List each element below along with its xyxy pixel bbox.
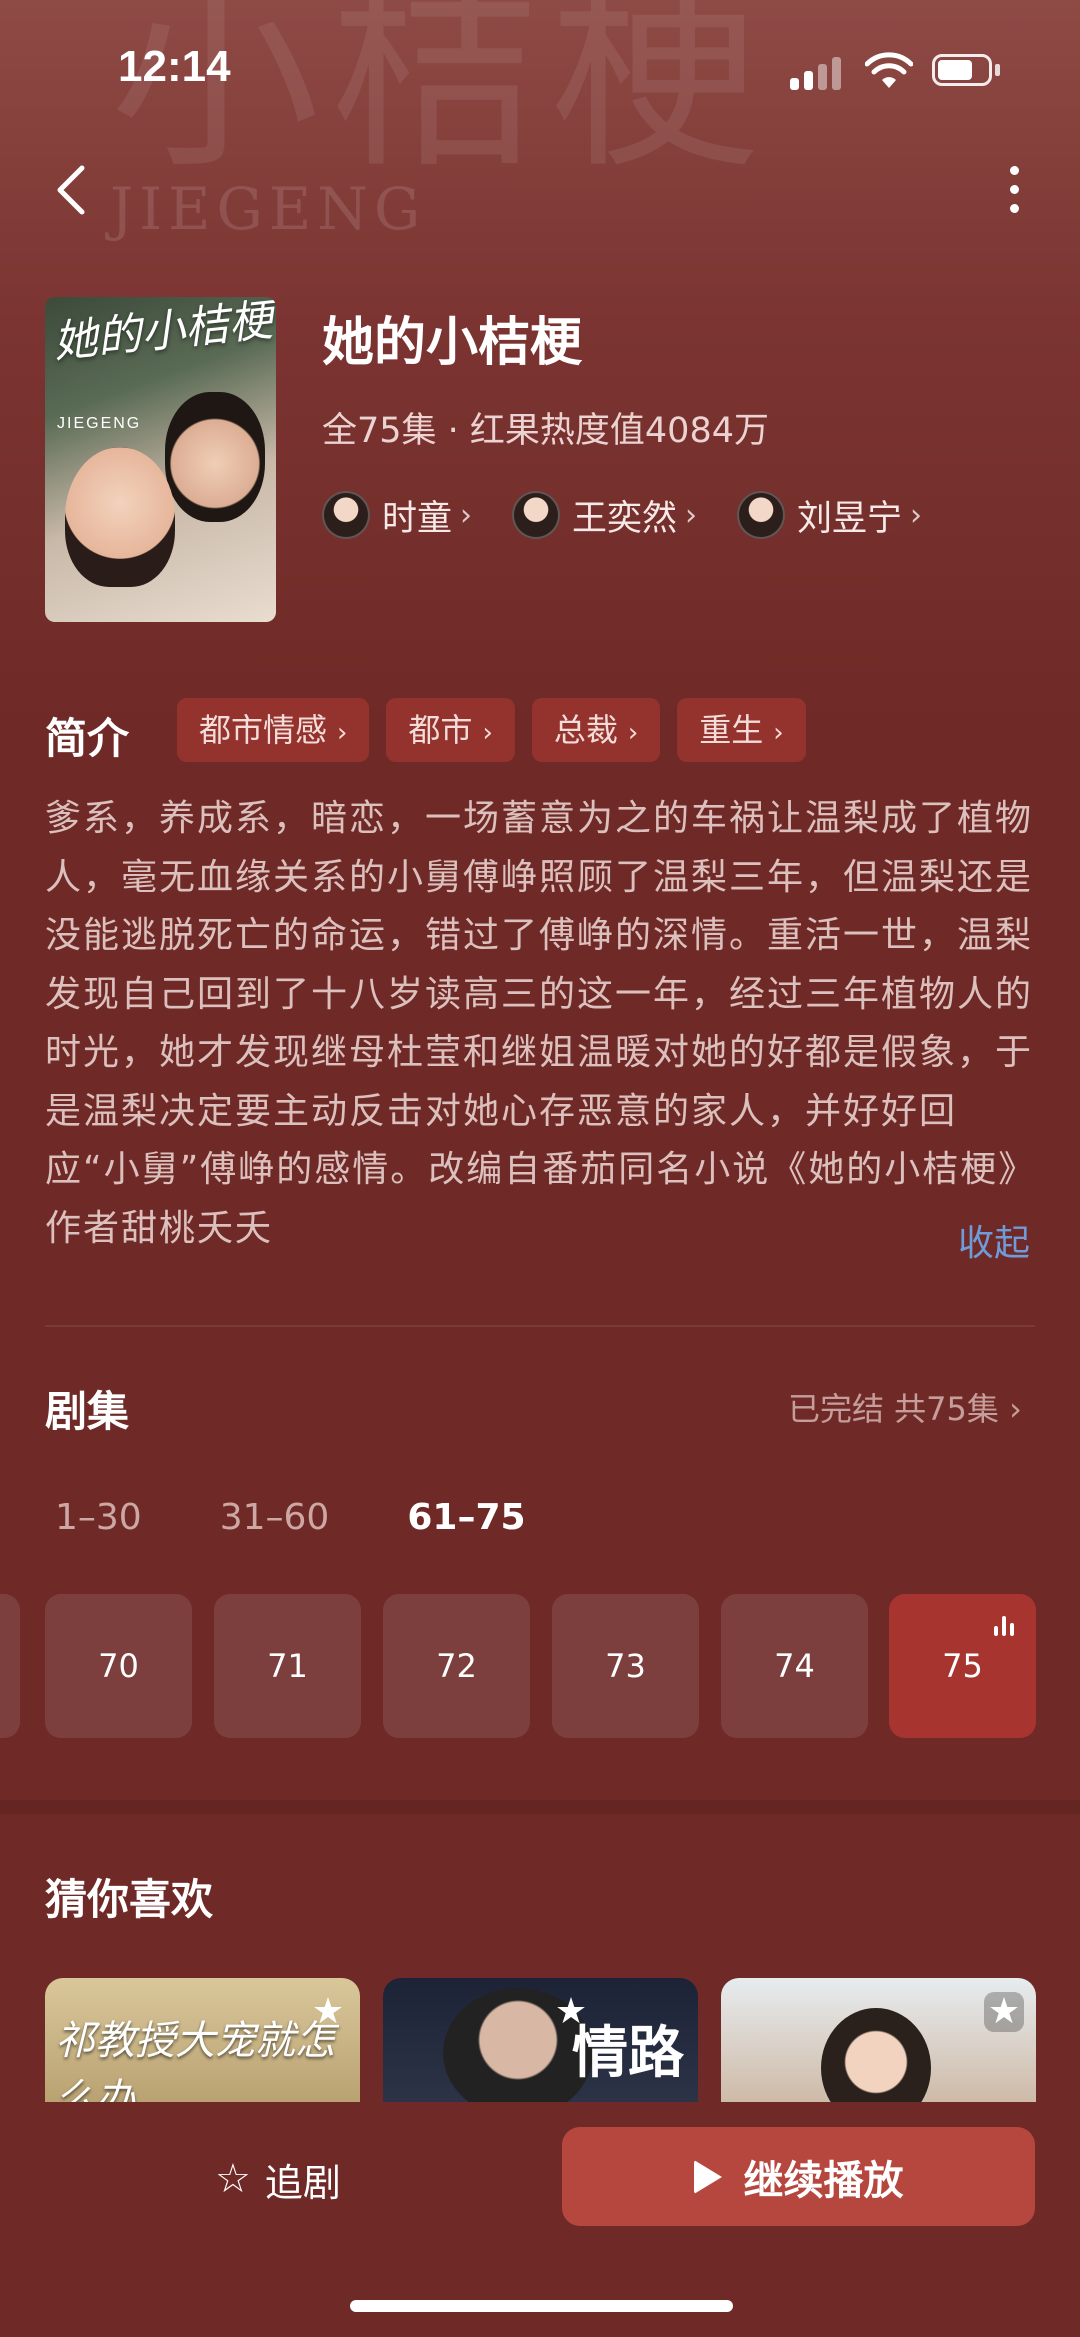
genre-tag-label: 都市情感 (199, 711, 328, 749)
back-button[interactable] (48, 160, 98, 220)
recommend-card[interactable]: 情路 ★ (383, 1978, 698, 2108)
recommend-card[interactable]: 祁教授大宠就怎么办 ★ (45, 1978, 360, 2108)
cast-member[interactable]: 刘昱宁 › (737, 490, 922, 541)
recommend-card[interactable]: ★ (721, 1978, 1036, 2108)
episode-range-tabs: 1–30 31–60 61–75 (55, 1497, 604, 1538)
genre-tag-label: 总裁 (553, 711, 618, 749)
recommend-card-figure (821, 2008, 931, 2108)
more-button[interactable] (995, 160, 1035, 220)
synopsis-text: 爹系，养成系，暗恋，一场蓄意为之的车祸让温梨成了植物人，毫无血缘关系的小舅傅峥照… (45, 798, 1034, 1249)
follow-button[interactable]: ☆ 追剧 (215, 2148, 341, 2210)
episode-item-current[interactable]: 75 (889, 1594, 1036, 1738)
episode-item[interactable]: 70 (45, 1594, 192, 1738)
poster-title-art: 她的小桔梗 (50, 297, 276, 369)
chevron-right-icon: › (1009, 1390, 1022, 1428)
poster-figure-male (165, 392, 265, 522)
episode-item[interactable]: 71 (214, 1594, 361, 1738)
continue-play-button[interactable]: 继续播放 (562, 2127, 1035, 2226)
collapse-link[interactable]: 收起 (958, 1214, 1030, 1266)
tab-range-31-60[interactable]: 31–60 (220, 1497, 330, 1538)
chevron-right-icon: › (627, 718, 639, 748)
wifi-icon (865, 52, 913, 88)
episode-item[interactable]: 73 (552, 1594, 699, 1738)
status-bar: 12:14 (0, 0, 1080, 140)
battery-icon (932, 54, 1002, 88)
genre-tag[interactable]: 都市情感 › (177, 698, 370, 762)
cast-name: 刘昱宁 (797, 498, 903, 539)
avatar (322, 491, 370, 539)
hero-watermark-en: JIEGENG (110, 175, 427, 243)
chevron-right-icon: › (482, 718, 493, 748)
poster-subtitle-art: JIEGENG (57, 415, 142, 432)
star-outline-icon: ☆ (215, 2156, 251, 2202)
recommend-heading: 猜你喜欢 (45, 1875, 214, 1924)
show-poster[interactable]: 她的小桔梗 JIEGENG (45, 297, 276, 622)
chevron-right-icon: › (337, 718, 348, 748)
cast-name: 王奕然 (572, 498, 678, 539)
cellular-signal-icon (790, 56, 842, 90)
episode-list[interactable]: 70 71 72 73 74 75 (0, 1594, 1080, 1738)
poster-figure-female (65, 447, 175, 587)
episode-item[interactable]: 74 (721, 1594, 868, 1738)
genre-tag[interactable]: 总裁 › (531, 698, 661, 762)
genre-tag[interactable]: 重生 › (677, 698, 806, 762)
genre-tags: 都市情感 › 都市 › 总裁 › 重生 › (177, 698, 823, 762)
chevron-right-icon: › (910, 497, 923, 533)
section-separator (0, 1800, 1080, 1814)
genre-tag-label: 都市 (408, 711, 473, 749)
star-icon: ★ (311, 1991, 345, 2032)
genre-tag-label: 重生 (699, 711, 764, 749)
avatar (512, 491, 561, 539)
genre-tag[interactable]: 都市 › (386, 698, 515, 762)
episodes-heading: 剧集 (45, 1387, 130, 1436)
status-time: 12:14 (118, 42, 231, 91)
now-playing-icon (994, 1616, 1016, 1636)
cast-member[interactable]: 王奕然 › (512, 490, 697, 541)
divider (45, 1325, 1035, 1327)
cast-list: 时童 › 王奕然 › 刘昱宁 › (322, 490, 962, 540)
chevron-right-icon: › (460, 497, 473, 533)
chevron-right-icon: › (773, 718, 784, 748)
cast-name: 时童 (382, 498, 453, 539)
intro-heading: 简介 (45, 714, 130, 763)
avatar (737, 491, 786, 539)
star-icon: ★ (984, 1992, 1024, 2032)
play-icon (693, 2159, 722, 2194)
show-meta: 全75集 · 红果热度值4084万 (322, 411, 769, 451)
star-icon: ★ (554, 1991, 588, 2032)
show-title: 她的小桔梗 (322, 313, 583, 373)
home-indicator[interactable] (350, 2300, 733, 2312)
episodes-status-label: 已完结 共75集 (788, 1390, 999, 1428)
tab-range-61-75[interactable]: 61–75 (407, 1497, 525, 1538)
chevron-right-icon: › (685, 497, 698, 533)
episode-label: 75 (942, 1647, 983, 1685)
continue-play-label: 继续播放 (743, 2157, 904, 2204)
cast-member[interactable]: 时童 › (322, 490, 472, 541)
episodes-status-link[interactable]: 已完结 共75集 › (788, 1384, 1022, 1430)
episode-item-partial[interactable] (0, 1594, 20, 1738)
follow-label: 追剧 (264, 2160, 341, 2205)
tab-range-1-30[interactable]: 1–30 (55, 1497, 142, 1538)
episode-item[interactable]: 72 (383, 1594, 530, 1738)
